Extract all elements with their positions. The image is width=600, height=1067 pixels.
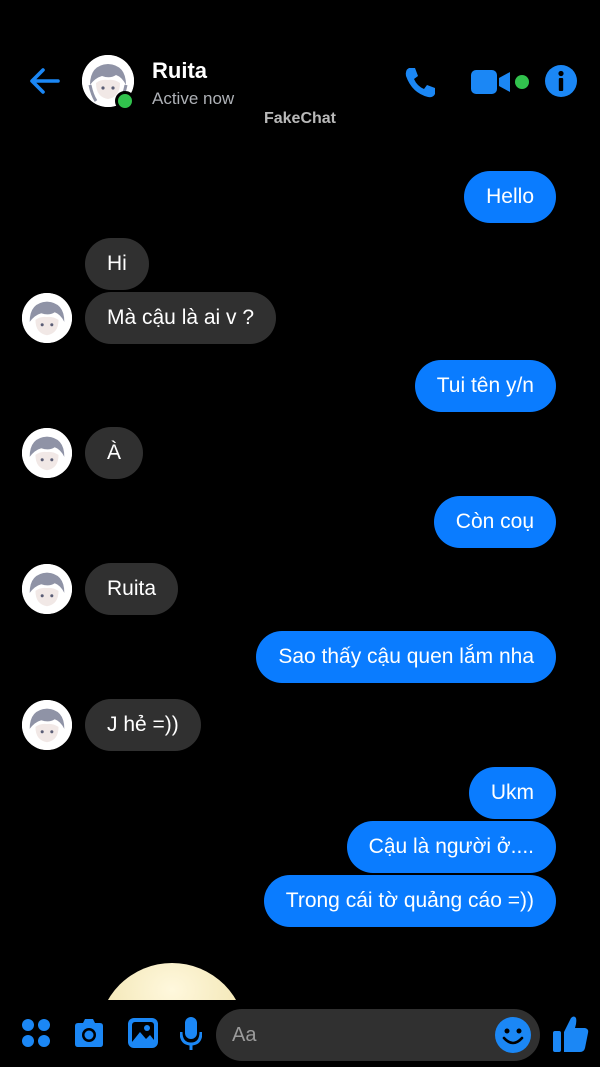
contact-status: Active now [152, 89, 235, 108]
message-bubble-outgoing[interactable]: Ukm [468, 767, 556, 819]
message-input-placeholder: Aa [232, 1024, 257, 1046]
message-bubble-outgoing[interactable]: Trong cái tờ quảng cáo =)) [263, 875, 556, 927]
sender-avatar[interactable] [22, 564, 72, 614]
online-indicator [115, 91, 135, 111]
sender-avatar[interactable] [22, 428, 72, 478]
message-bubble-outgoing[interactable]: Hello [464, 171, 556, 223]
message-bubble-incoming[interactable]: Ruita [85, 563, 179, 615]
video-online-dot [515, 75, 529, 89]
message-bubble-incoming[interactable]: Mà cậu là ai v ? [85, 292, 277, 344]
sender-avatar[interactable] [22, 700, 72, 750]
emoji-icon[interactable] [494, 1016, 532, 1054]
camera-icon[interactable] [72, 1018, 106, 1048]
apps-icon[interactable] [20, 1017, 52, 1049]
message-bubble-incoming[interactable]: J hẻ =)) [85, 699, 201, 751]
message-bubble-outgoing[interactable]: Cậu là người ở.... [346, 821, 556, 873]
gallery-icon[interactable] [126, 1016, 160, 1050]
microphone-icon[interactable] [180, 1016, 202, 1052]
contact-name[interactable]: Ruita [152, 58, 207, 84]
message-bubble-outgoing[interactable]: Tui tên y/n [414, 360, 556, 412]
message-bubble-outgoing[interactable]: Còn coụ [433, 496, 556, 548]
message-bubble-incoming[interactable]: Hi [85, 238, 149, 290]
message-input[interactable] [216, 1009, 540, 1061]
thumbs-up-icon[interactable] [552, 1014, 590, 1054]
info-icon[interactable] [544, 64, 578, 98]
sender-avatar[interactable] [22, 293, 72, 343]
phone-icon[interactable] [400, 64, 440, 100]
chat-header: Ruita Active now FakeChat [0, 0, 600, 140]
watermark: FakeChat [263, 110, 337, 127]
message-bubble-incoming[interactable]: À [85, 427, 144, 479]
back-arrow-icon[interactable] [26, 62, 64, 100]
video-camera-icon[interactable] [470, 68, 512, 96]
message-bubble-outgoing[interactable]: Sao thấy cậu quen lắm nha [256, 631, 556, 683]
